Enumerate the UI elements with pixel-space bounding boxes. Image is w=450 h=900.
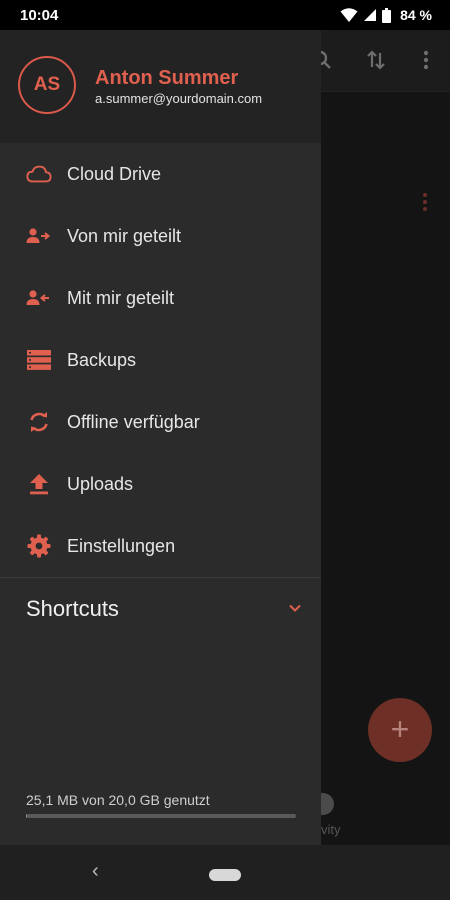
add-fab-button[interactable]: + bbox=[368, 698, 432, 762]
back-icon[interactable]: ‹ bbox=[92, 860, 99, 883]
signal-icon bbox=[364, 9, 377, 21]
activity-tab-label: vity bbox=[321, 822, 341, 837]
menu-item-label: Einstellungen bbox=[67, 535, 176, 556]
wifi-icon bbox=[340, 8, 358, 22]
menu-item-label: Mit mir geteilt bbox=[67, 287, 175, 308]
menu-item-label: Uploads bbox=[67, 473, 134, 494]
gear-icon bbox=[26, 533, 52, 559]
menu-item-label: Von mir geteilt bbox=[67, 225, 182, 246]
menu-item-uploads[interactable]: Uploads bbox=[0, 453, 321, 515]
menu-item-shared-by-me[interactable]: Von mir geteilt bbox=[0, 205, 321, 267]
navigation-drawer: AS Anton Summer a.summer@yourdomain.com … bbox=[0, 30, 321, 845]
shortcuts-section-header[interactable]: Shortcuts bbox=[0, 578, 321, 640]
drawer-menu: Cloud Drive Von mir geteilt Mit mir gete… bbox=[0, 143, 321, 577]
avatar[interactable]: AS bbox=[18, 56, 76, 114]
sort-icon bbox=[367, 50, 385, 70]
menu-item-label: Offline verfügbar bbox=[67, 411, 200, 432]
menu-item-label: Backups bbox=[67, 349, 137, 370]
status-time: 10:04 bbox=[20, 6, 59, 24]
storage-usage-bar bbox=[26, 814, 296, 818]
shared-outgoing-icon bbox=[26, 223, 52, 249]
more-vert-icon bbox=[423, 50, 429, 70]
item-menu-icon bbox=[418, 190, 432, 216]
menu-item-offline[interactable]: Offline verfügbar bbox=[0, 391, 321, 453]
home-pill[interactable] bbox=[209, 869, 241, 881]
upload-icon bbox=[26, 471, 52, 497]
shared-incoming-icon bbox=[26, 285, 52, 311]
battery-icon bbox=[382, 7, 392, 23]
menu-item-shared-with-me[interactable]: Mit mir geteilt bbox=[0, 267, 321, 329]
status-bar: 10:04 84 % bbox=[0, 0, 450, 30]
menu-item-backups[interactable]: Backups bbox=[0, 329, 321, 391]
chevron-down-icon[interactable] bbox=[287, 600, 303, 616]
shortcuts-label: Shortcuts bbox=[26, 596, 119, 621]
menu-item-cloud-drive[interactable]: Cloud Drive bbox=[0, 143, 321, 205]
user-name: Anton Summer bbox=[95, 67, 239, 89]
sync-icon bbox=[26, 409, 52, 435]
status-icons: 84 % bbox=[340, 7, 432, 23]
backups-icon bbox=[26, 347, 52, 373]
drawer-header[interactable]: AS Anton Summer a.summer@yourdomain.com bbox=[0, 30, 321, 143]
battery-percentage: 84 % bbox=[400, 7, 432, 23]
system-navigation-bar: ‹ bbox=[0, 845, 450, 900]
menu-item-label: Cloud Drive bbox=[67, 163, 162, 184]
user-email: a.summer@yourdomain.com bbox=[95, 91, 263, 106]
menu-item-settings[interactable]: Einstellungen bbox=[0, 515, 321, 577]
cloud-icon bbox=[26, 161, 52, 187]
storage-usage-text: 25,1 MB von 20,0 GB genutzt bbox=[26, 792, 210, 808]
storage-usage-fill bbox=[26, 814, 28, 818]
